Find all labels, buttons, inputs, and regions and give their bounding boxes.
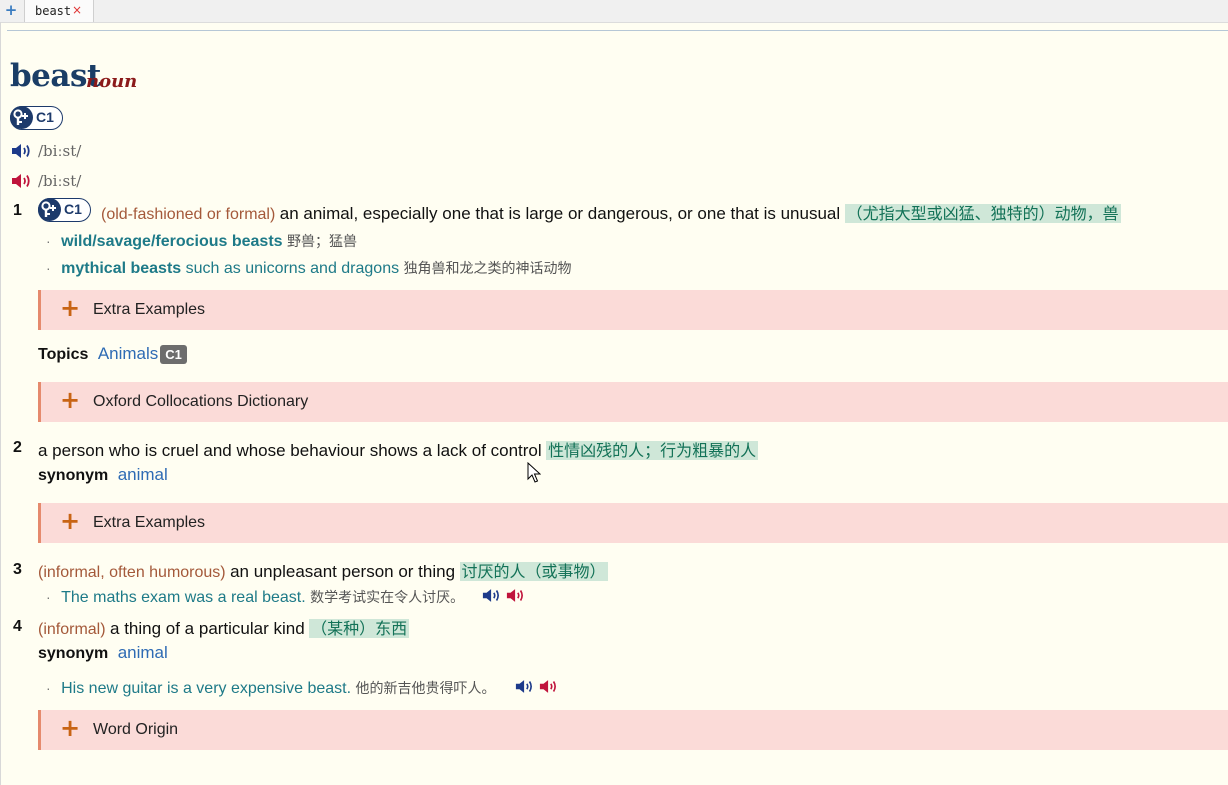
sense-3-line: (informal, often humorous) an unpleasant… bbox=[38, 558, 608, 582]
chinese-translation: 性情凶残的人；行为粗暴的人 bbox=[546, 441, 759, 460]
extra-examples-expander[interactable]: + Extra Examples bbox=[38, 290, 1228, 330]
plus-icon[interactable]: + bbox=[60, 386, 80, 414]
topic-link-animals[interactable]: Animals bbox=[98, 344, 158, 363]
tab-bar: + beast × bbox=[0, 0, 1228, 23]
plus-icon[interactable]: + bbox=[60, 714, 80, 742]
tab-label: beast bbox=[35, 4, 72, 18]
extra-examples-expander[interactable]: + Extra Examples bbox=[38, 503, 1228, 543]
plus-icon[interactable]: + bbox=[60, 294, 80, 322]
speaker-uk-icon[interactable] bbox=[515, 678, 535, 695]
plus-icon[interactable]: + bbox=[3, 2, 19, 18]
bullet: · bbox=[46, 589, 51, 605]
example-item: · mythical beasts such as unicorns and d… bbox=[46, 258, 572, 278]
part-of-speech: noun bbox=[86, 71, 138, 92]
example-item: · The maths exam was a real beast. 数学考试实… bbox=[46, 587, 464, 607]
chinese-translation: （某种）东西 bbox=[309, 619, 410, 638]
close-icon[interactable]: × bbox=[72, 3, 82, 17]
synonym-label: synonym bbox=[38, 467, 109, 484]
level-label: C1 bbox=[64, 201, 82, 217]
sense-4-line: (informal) a thing of a particular kind … bbox=[38, 615, 410, 639]
example-collocation: wild/savage/ferocious beasts bbox=[61, 233, 283, 250]
synonym-row: synonym animal bbox=[38, 465, 168, 485]
oxford-key-icon bbox=[38, 198, 61, 221]
register-label: (old-fashioned or formal) bbox=[101, 206, 276, 223]
level-label: C1 bbox=[36, 109, 54, 125]
definition: a person who is cruel and whose behaviou… bbox=[38, 441, 542, 460]
speaker-uk-icon[interactable] bbox=[482, 587, 502, 604]
example-text: His new guitar is a very expensive beast… bbox=[61, 680, 352, 697]
example-translation: 他的新吉他贵得吓人。 bbox=[355, 681, 496, 697]
oxford-level-badge: C1 bbox=[38, 198, 91, 222]
example-text: such as unicorns and dragons bbox=[181, 260, 400, 277]
sense-number: 1 bbox=[13, 202, 22, 219]
example-item: · wild/savage/ferocious beasts 野兽；猛兽 bbox=[46, 231, 357, 251]
definition: an animal, especially one that is large … bbox=[279, 204, 841, 223]
speaker-us-icon[interactable] bbox=[506, 587, 526, 604]
expander-label: Extra Examples bbox=[93, 514, 206, 531]
tab-beast[interactable]: beast × bbox=[24, 0, 94, 22]
example-text: The maths exam was a real beast. bbox=[61, 589, 306, 606]
synonym-label: synonym bbox=[38, 645, 109, 662]
example-collocation: mythical beasts bbox=[61, 260, 182, 277]
synonym-link-animal[interactable]: animal bbox=[118, 465, 168, 484]
expander-label: Oxford Collocations Dictionary bbox=[93, 393, 309, 410]
register-label: (informal) bbox=[38, 621, 106, 638]
oxford-level-badge: C1 bbox=[10, 106, 63, 130]
sense-number: 2 bbox=[13, 439, 22, 456]
collocations-expander[interactable]: + Oxford Collocations Dictionary bbox=[38, 382, 1228, 422]
example-translation: 独角兽和龙之类的神话动物 bbox=[403, 261, 572, 277]
expander-label: Word Origin bbox=[93, 721, 179, 738]
sense-1-line: (old-fashioned or formal) an animal, esp… bbox=[101, 200, 1121, 224]
synonym-row: synonym animal bbox=[38, 643, 168, 663]
synonym-link-animal[interactable]: animal bbox=[118, 643, 168, 662]
plus-icon[interactable]: + bbox=[60, 507, 80, 535]
example-translation: 数学考试实在令人讨厌。 bbox=[310, 590, 465, 606]
register-label: (informal, often humorous) bbox=[38, 564, 226, 581]
topics-row: Topics Animals bbox=[38, 344, 158, 364]
sense-2-line: a person who is cruel and whose behaviou… bbox=[38, 437, 759, 461]
pronunciation-uk: /biːst/ bbox=[38, 142, 82, 160]
content-border bbox=[0, 22, 1, 785]
bullet: · bbox=[46, 260, 51, 276]
header-divider bbox=[7, 30, 1228, 31]
topics-label: Topics bbox=[38, 346, 89, 363]
speaker-uk-icon[interactable] bbox=[11, 142, 33, 160]
bullet: · bbox=[46, 233, 51, 249]
speaker-us-icon[interactable] bbox=[539, 678, 559, 695]
bullet: · bbox=[46, 680, 51, 696]
sense-number: 3 bbox=[13, 561, 22, 578]
definition: a thing of a particular kind bbox=[110, 619, 305, 638]
example-item: · His new guitar is a very expensive bea… bbox=[46, 678, 496, 698]
expander-label: Extra Examples bbox=[93, 301, 206, 318]
speaker-us-icon[interactable] bbox=[11, 172, 33, 190]
mouse-cursor-icon bbox=[527, 462, 541, 483]
chinese-translation: （尤指大型或凶猛、独特的）动物，兽 bbox=[844, 204, 1121, 223]
definition: an unpleasant person or thing bbox=[230, 562, 456, 581]
pronunciation-us: /biːst/ bbox=[38, 172, 82, 190]
word-origin-expander[interactable]: + Word Origin bbox=[38, 710, 1228, 750]
example-translation: 野兽；猛兽 bbox=[287, 234, 357, 250]
sense-number: 4 bbox=[13, 618, 22, 635]
topic-level-badge: C1 bbox=[160, 345, 187, 364]
oxford-key-icon bbox=[10, 106, 33, 129]
chinese-translation: 讨厌的人（或事物） bbox=[459, 562, 608, 581]
